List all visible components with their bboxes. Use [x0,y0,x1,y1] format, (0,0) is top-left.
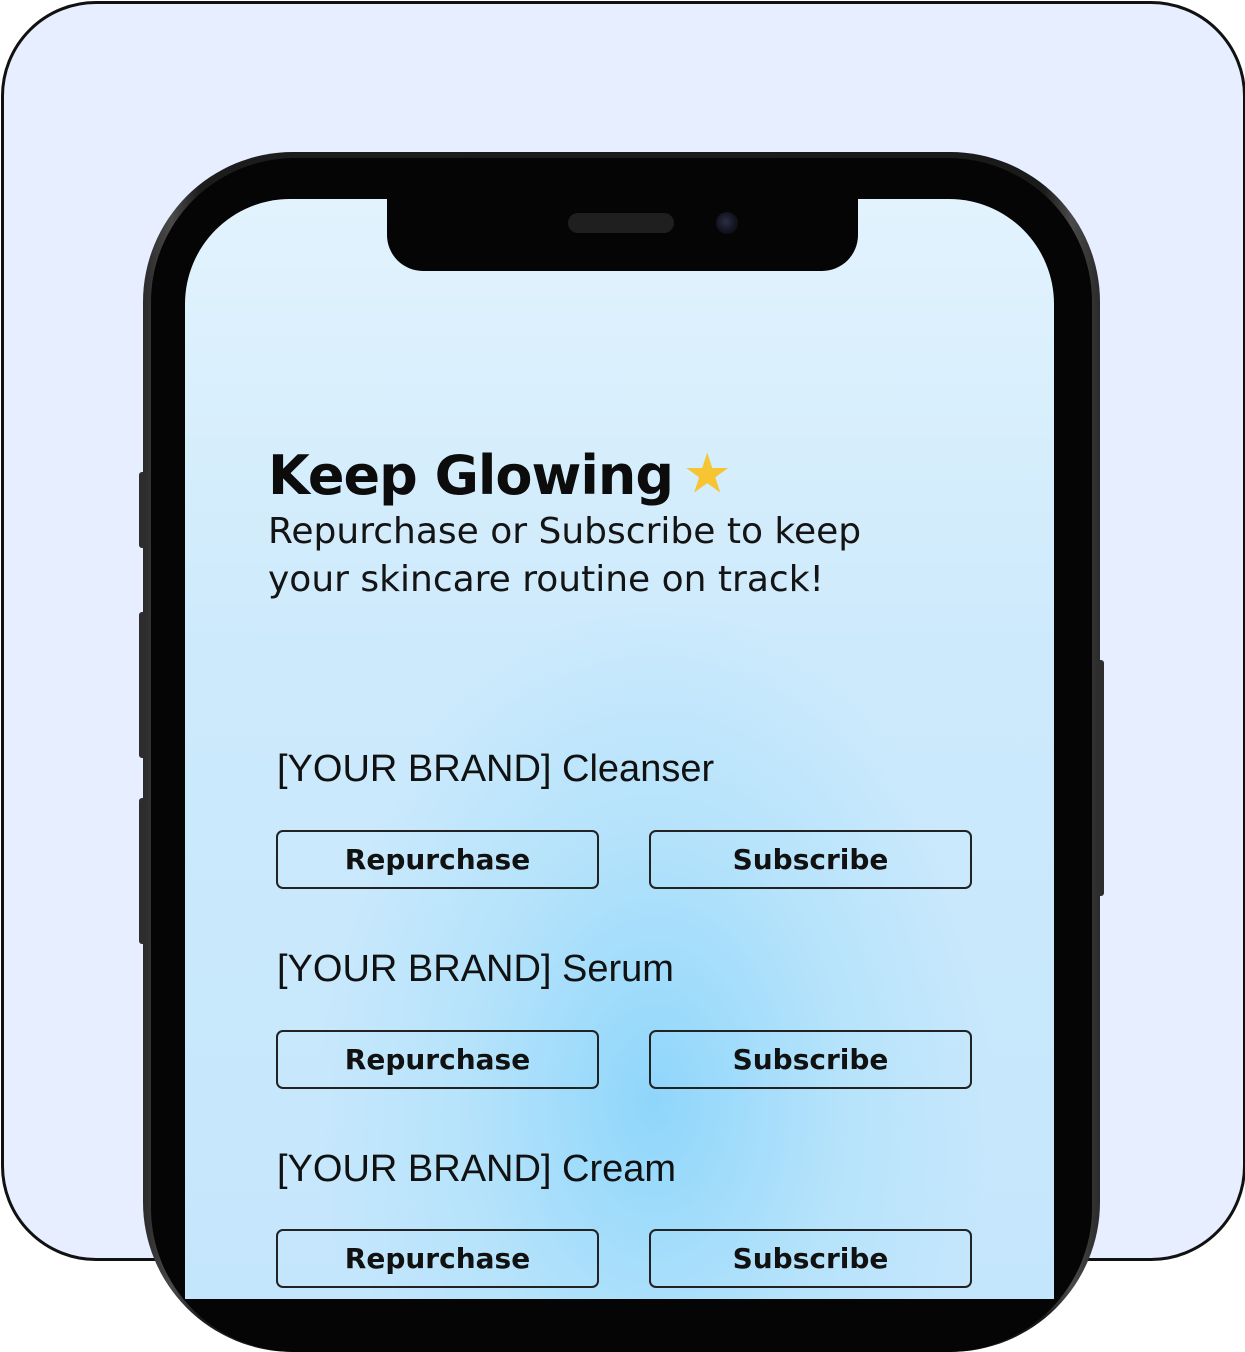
product-name-cream: [YOUR BRAND] Cream [277,1148,677,1190]
page-subtitle: Repurchase or Subscribe to keep your ski… [268,511,862,600]
title-text: Keep Glowing [268,444,674,507]
product-name-cleanser: [YOUR BRAND] Cleanser [277,748,715,790]
repurchase-cream-button[interactable]: Repurchase [276,1229,599,1288]
star-icon: ★ [683,442,731,505]
repurchase-serum-button[interactable]: Repurchase [276,1030,599,1089]
repurchase-cleanser-button[interactable]: Repurchase [276,830,599,889]
subscribe-serum-button[interactable]: Subscribe [649,1030,972,1089]
product-name-serum: [YOUR BRAND] Serum [277,948,674,990]
page-title: Keep Glowing ★ [268,442,731,507]
subscribe-cleanser-button[interactable]: Subscribe [649,830,972,889]
screen-content: Keep Glowing ★ Repurchase or Subscribe to… [0,0,1245,1288]
subscribe-cream-button[interactable]: Subscribe [649,1229,972,1288]
